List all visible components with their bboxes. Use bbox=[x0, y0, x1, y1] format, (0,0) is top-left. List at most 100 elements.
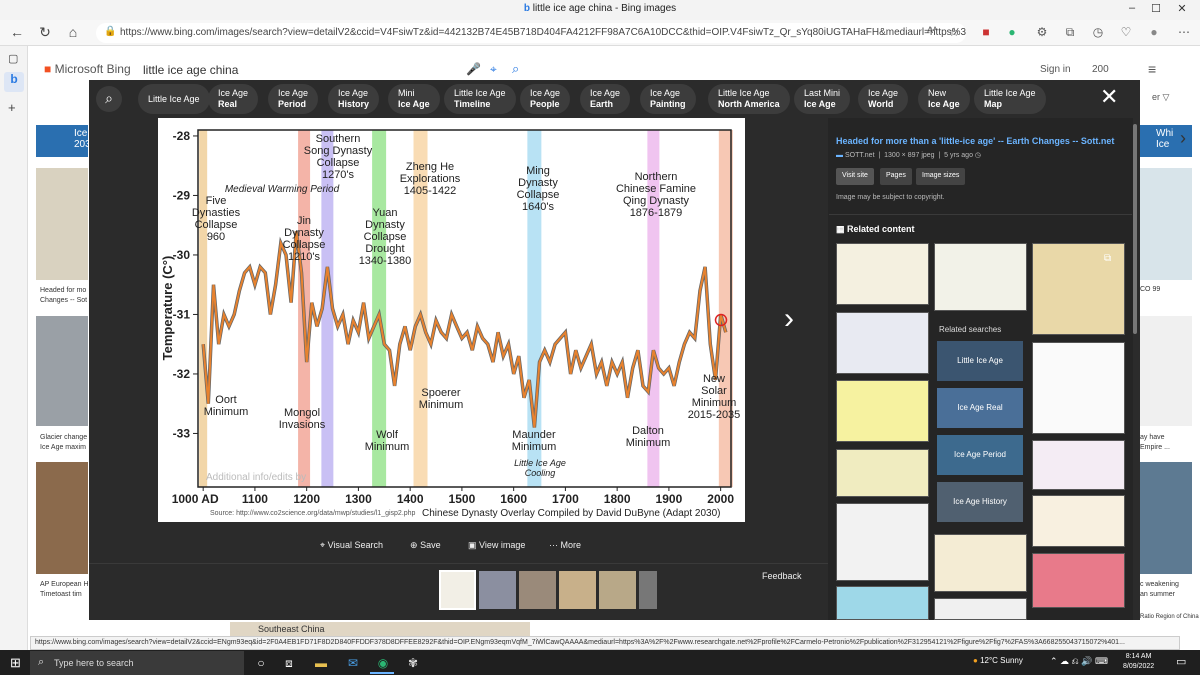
taskbar-search-input[interactable]: ⌕ Type here to search bbox=[30, 651, 244, 675]
background-thumbnail[interactable] bbox=[1140, 316, 1192, 426]
filmstrip-thumbnail[interactable] bbox=[519, 571, 556, 609]
background-thumbnail[interactable] bbox=[1140, 168, 1192, 280]
image-title-link[interactable]: Headed for more than a 'little-ice age' … bbox=[836, 136, 1126, 146]
related-thumbnail[interactable] bbox=[836, 243, 929, 305]
panel-scrollbar[interactable] bbox=[1133, 124, 1137, 334]
performance-icon[interactable]: ♡ bbox=[1118, 25, 1134, 39]
history-icon[interactable]: ◷ bbox=[1090, 25, 1106, 39]
background-caption[interactable]: ay have Empire ... bbox=[1140, 433, 1170, 453]
background-caption[interactable]: Headed for mo Changes -- Sot bbox=[40, 286, 87, 306]
related-thumbnail[interactable] bbox=[836, 312, 929, 374]
file-explorer-icon[interactable]: ▬ bbox=[312, 656, 330, 670]
save-button[interactable]: ⊕ Save bbox=[410, 540, 441, 551]
extensions-icon[interactable]: ⚙ bbox=[1034, 25, 1050, 39]
filter-icon[interactable]: er ▽ bbox=[1152, 92, 1169, 103]
refresh-icon[interactable]: ↻ bbox=[36, 24, 54, 41]
collections-icon[interactable]: ⧉ bbox=[1062, 25, 1078, 40]
read-aloud-icon[interactable]: Aᴬ bbox=[924, 25, 940, 35]
related-search-chip[interactable]: Little Ice Age Timeline bbox=[444, 84, 516, 114]
related-search-item[interactable]: Ice Age Period bbox=[937, 435, 1023, 475]
filmstrip-thumbnail[interactable] bbox=[599, 571, 636, 609]
background-thumbnail[interactable] bbox=[36, 316, 88, 426]
settings-menu-icon[interactable]: ⋯ bbox=[1176, 25, 1192, 39]
cortana-icon[interactable]: ○ bbox=[252, 656, 270, 670]
pages-button[interactable]: Pages bbox=[880, 168, 912, 185]
hamburger-menu-icon[interactable]: ≡ bbox=[1148, 61, 1156, 77]
back-icon[interactable]: ← bbox=[8, 24, 26, 40]
related-thumbnail[interactable] bbox=[934, 534, 1027, 592]
close-overlay-icon[interactable]: ✕ bbox=[1100, 84, 1118, 110]
grammar-extension-icon[interactable]: ● bbox=[1004, 25, 1020, 39]
extension-icon[interactable]: ■ bbox=[978, 25, 994, 39]
filmstrip-thumbnail[interactable] bbox=[639, 571, 657, 609]
related-search-chip[interactable]: Ice Age Earth bbox=[580, 84, 631, 114]
background-thumbnail[interactable] bbox=[36, 168, 88, 280]
favorite-star-icon[interactable]: ☆ bbox=[946, 25, 962, 39]
overlay-search-icon[interactable]: ⌕ bbox=[96, 86, 122, 112]
related-search-chip[interactable]: Ice Age History bbox=[328, 84, 380, 114]
filmstrip-thumbnail[interactable] bbox=[559, 571, 596, 609]
related-search-chip[interactable]: Ice Age World bbox=[858, 84, 909, 114]
edge-browser-icon[interactable]: ◉ bbox=[374, 656, 392, 670]
related-search-item[interactable]: Ice Age History bbox=[937, 482, 1023, 522]
minimize-button[interactable]: – bbox=[1122, 2, 1142, 14]
more-button[interactable]: ··· More bbox=[549, 540, 581, 550]
related-search-item[interactable]: Ice Age Real bbox=[937, 388, 1023, 428]
related-thumbnail[interactable] bbox=[1032, 495, 1125, 547]
chevron-right-icon[interactable]: › bbox=[1180, 128, 1186, 149]
feedback-link[interactable]: Feedback bbox=[762, 571, 802, 581]
taskbar-clock[interactable]: 8:14 AM 8/09/2022 bbox=[1123, 652, 1154, 672]
source-name[interactable]: SOTT.net bbox=[845, 152, 875, 159]
mic-icon[interactable]: 🎤 bbox=[466, 62, 481, 76]
task-view-icon[interactable]: ⧈ bbox=[280, 656, 298, 671]
weather-widget[interactable]: ● 12°C Sunny bbox=[973, 656, 1023, 665]
filmstrip-thumbnail[interactable] bbox=[479, 571, 516, 609]
home-icon[interactable]: ⌂ bbox=[64, 24, 82, 40]
related-thumbnail[interactable] bbox=[934, 243, 1027, 311]
maximize-button[interactable]: ☐ bbox=[1146, 2, 1166, 15]
related-search-chip[interactable]: Ice Age Period bbox=[268, 84, 319, 114]
new-tab-plus-icon[interactable]: + bbox=[8, 100, 16, 115]
related-search-item[interactable]: Little Ice Age bbox=[937, 341, 1023, 381]
background-caption[interactable]: Glacier change Ice Age maxim bbox=[40, 433, 87, 453]
related-thumbnail[interactable] bbox=[836, 449, 929, 497]
bing-search-input[interactable]: little ice age china bbox=[143, 63, 238, 77]
related-thumbnail[interactable] bbox=[1032, 342, 1125, 434]
notifications-icon[interactable]: ▭ bbox=[1176, 655, 1186, 668]
close-window-button[interactable]: ✕ bbox=[1172, 2, 1192, 15]
search-icon[interactable]: ⌕ bbox=[512, 61, 519, 77]
image-sizes-button[interactable]: Image sizes bbox=[916, 168, 966, 185]
next-image-chevron-icon[interactable]: › bbox=[784, 302, 794, 336]
windows-start-icon[interactable]: ⊞ bbox=[10, 655, 21, 671]
related-search-chip[interactable]: Ice Age People bbox=[520, 84, 571, 114]
related-search-chip[interactable]: Ice Age Real bbox=[208, 84, 259, 114]
bing-logo[interactable]: ■ Microsoft Bing bbox=[44, 62, 131, 76]
related-search-chip[interactable]: Mini Ice Age bbox=[388, 84, 440, 114]
view-image-button[interactable]: ▣ View image bbox=[468, 540, 525, 551]
related-thumbnail[interactable] bbox=[1032, 553, 1125, 608]
rewards-points[interactable]: 200 bbox=[1092, 64, 1109, 75]
background-caption[interactable]: Ratio Region of China bbox=[1140, 614, 1199, 620]
visit-site-button[interactable]: Visit site bbox=[836, 168, 874, 185]
related-thumbnail[interactable] bbox=[836, 380, 929, 442]
profile-avatar-icon[interactable]: ● bbox=[1146, 25, 1162, 39]
background-thumbnail[interactable] bbox=[36, 462, 88, 574]
related-search-chip[interactable]: New Ice Age bbox=[918, 84, 970, 114]
background-caption[interactable]: c weakening an summer bbox=[1140, 580, 1179, 600]
visual-search-icon[interactable]: ⌖ bbox=[490, 62, 497, 77]
bing-tab-icon[interactable]: b bbox=[4, 72, 24, 92]
background-thumbnail[interactable] bbox=[1140, 462, 1192, 574]
sign-in-link[interactable]: Sign in bbox=[1040, 64, 1071, 75]
related-search-chip[interactable]: Little Ice Age Map bbox=[974, 84, 1046, 114]
tray-icons[interactable]: ⌃ ☁ ⎌ 🔊 ⌨ bbox=[1050, 656, 1108, 667]
mail-icon[interactable]: ✉ bbox=[344, 656, 362, 670]
related-thumbnail[interactable] bbox=[1032, 440, 1125, 490]
related-thumbnail[interactable] bbox=[836, 503, 929, 581]
related-search-chip[interactable]: Little Ice Age North America bbox=[708, 84, 790, 114]
visual-search-button[interactable]: ⌖ Visual Search bbox=[320, 540, 383, 551]
related-thumbnail[interactable] bbox=[836, 586, 929, 620]
tab-actions-icon[interactable]: ▢ bbox=[8, 52, 18, 65]
pinned-app-icon[interactable]: ✾ bbox=[404, 656, 422, 670]
background-caption[interactable]: CO 99 bbox=[1140, 286, 1160, 293]
address-input[interactable]: 🔒 https://www.bing.com/images/search?vie… bbox=[96, 23, 966, 43]
